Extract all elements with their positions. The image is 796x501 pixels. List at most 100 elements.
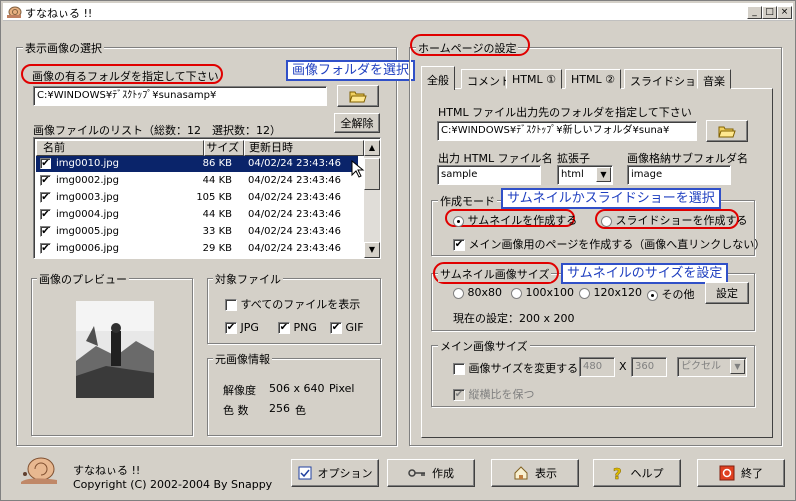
show-all-checkbox[interactable]: すべてのファイルを表示 xyxy=(225,296,360,312)
file-date: 04/02/24 23:43:46 xyxy=(248,158,342,169)
keep-ratio-checkbox[interactable]: ✔ 縦横比を保つ xyxy=(453,386,535,402)
file-size: 29 KB xyxy=(202,243,232,254)
list-item[interactable]: ✔ img0006.jpg 29 KB 04/02/24 23:43:46 xyxy=(36,241,358,257)
file-date: 04/02/24 23:43:46 xyxy=(248,226,342,237)
close-button[interactable]: × xyxy=(777,6,792,19)
check-icon[interactable]: ✔ xyxy=(40,158,51,169)
check-icon[interactable]: ✔ xyxy=(40,192,51,203)
window-title: すなねぃる !! xyxy=(25,7,93,20)
minimize-button[interactable]: _ xyxy=(747,6,762,19)
maximize-button[interactable]: □ xyxy=(762,6,777,19)
column-date[interactable]: 更新日時 xyxy=(244,140,364,156)
preview-title: 画像のプレビュー xyxy=(37,271,129,287)
size-80-radio[interactable]: 80x80 xyxy=(453,286,502,299)
file-name: img0002.jpg xyxy=(56,175,119,186)
list-header: 名前 サイズ 更新日時 xyxy=(36,140,364,156)
change-size-checkbox[interactable]: 画像サイズを変更する xyxy=(453,360,578,376)
file-date: 04/02/24 23:43:46 xyxy=(248,175,342,186)
png-checkbox[interactable]: ✔ PNG xyxy=(278,321,317,334)
html-name-input[interactable]: sample xyxy=(437,165,541,185)
list-item[interactable]: ✔ img0003.jpg 105 KB 04/02/24 23:43:46 xyxy=(36,190,358,206)
tab-general[interactable]: 全般 xyxy=(421,66,455,90)
options-button[interactable]: オプション xyxy=(291,459,379,487)
main-page-label: メイン画像用のページを作成する（画像へ直リンクしない） xyxy=(468,238,766,251)
options-label: オプション xyxy=(317,467,373,480)
browse-folder-button[interactable] xyxy=(337,85,379,107)
unit-select[interactable]: ピクセル ▼ xyxy=(677,357,747,377)
create-button[interactable]: 作成 xyxy=(387,459,475,487)
list-item[interactable]: ✔ img0002.jpg 44 KB 04/02/24 23:43:46 xyxy=(36,173,358,189)
height-input[interactable]: 360 xyxy=(631,357,667,377)
main-size-title: メイン画像サイズ xyxy=(438,338,530,354)
check-icon: ✔ xyxy=(453,239,465,251)
callout-thumb: サムネイルのサイズを設定 xyxy=(561,263,729,284)
exit-button[interactable]: 終了 xyxy=(697,459,785,487)
tab-music[interactable]: 音楽 xyxy=(697,69,731,89)
scroll-thumb[interactable] xyxy=(364,158,380,190)
ext-label: 拡張子 xyxy=(557,152,590,165)
column-size[interactable]: サイズ xyxy=(204,140,244,156)
browse-out-folder-button[interactable] xyxy=(706,120,748,142)
colors-label: 色 数 xyxy=(223,404,249,417)
main-window: すなねぃる !! _ □ × 表示画像の選択 画像の有るフォルダを指定して下さい… xyxy=(0,0,796,501)
folder-input[interactable]: C:¥WINDOWS¥ﾃﾞｽｸﾄｯﾌﾟ¥sunasamp¥ xyxy=(33,86,327,106)
check-icon[interactable]: ✔ xyxy=(40,226,51,237)
open-folder-icon xyxy=(718,126,736,138)
list-scrollbar[interactable]: ▲ ▼ xyxy=(364,140,380,258)
size-120-radio[interactable]: 120x120 xyxy=(579,286,642,299)
svg-text:?: ? xyxy=(613,465,622,481)
scroll-up-icon[interactable]: ▲ xyxy=(364,140,380,156)
key-icon xyxy=(408,469,425,477)
thumb-size-title: サムネイル画像サイズ xyxy=(438,266,552,282)
preview-image xyxy=(76,301,154,398)
file-name: img0004.jpg xyxy=(56,209,119,220)
open-folder-icon xyxy=(349,91,367,103)
chevron-down-icon[interactable]: ▼ xyxy=(730,359,745,374)
file-list[interactable]: 名前 サイズ 更新日時 ✔ img0010.jpg 86 KB 04/02/24… xyxy=(33,137,381,259)
check-icon[interactable]: ✔ xyxy=(40,175,51,186)
file-size: 86 KB xyxy=(202,158,232,169)
size-100-radio[interactable]: 100x100 xyxy=(511,286,574,299)
column-name[interactable]: 名前 xyxy=(36,140,204,156)
callout-mode: サムネイルかスライドショーを選択 xyxy=(501,188,721,209)
html-name-label: 出力 HTML ファイル名 xyxy=(438,152,553,165)
mode-thumb-radio[interactable]: サムネイルを作成する xyxy=(453,212,577,228)
view-button[interactable]: 表示 xyxy=(491,459,579,487)
list-body: ✔ img0010.jpg 86 KB 04/02/24 23:43:46 ✔ … xyxy=(36,156,364,258)
size-other-radio[interactable]: その他 xyxy=(647,286,695,302)
unselect-all-button[interactable]: 全解除 xyxy=(334,113,380,133)
options-icon xyxy=(298,466,311,480)
size-other-label: その他 xyxy=(661,288,695,301)
change-size-label: 画像サイズを変更する xyxy=(468,362,579,375)
scroll-down-icon[interactable]: ▼ xyxy=(364,242,380,258)
size-set-button[interactable]: 設定 xyxy=(705,282,749,304)
check-icon[interactable]: ✔ xyxy=(40,209,51,220)
gif-checkbox[interactable]: ✔ GIF xyxy=(330,321,364,334)
file-name: img0010.jpg xyxy=(56,158,119,169)
file-size: 33 KB xyxy=(202,226,232,237)
list-item[interactable]: ✔ img0005.jpg 33 KB 04/02/24 23:43:46 xyxy=(36,224,358,240)
file-size: 44 KB xyxy=(202,209,232,220)
file-name: img0005.jpg xyxy=(56,226,119,237)
subfolder-label: 画像格納サブフォルダ名 xyxy=(627,152,748,165)
chevron-down-icon[interactable]: ▼ xyxy=(596,167,611,182)
width-input[interactable]: 480 xyxy=(579,357,615,377)
title-bar: すなねぃる !! _ □ × xyxy=(3,3,793,21)
help-button[interactable]: ? ヘルプ xyxy=(593,459,681,487)
list-item[interactable]: ✔ img0004.jpg 44 KB 04/02/24 23:43:46 xyxy=(36,207,358,223)
jpg-checkbox[interactable]: ✔ JPG xyxy=(225,321,259,334)
file-date: 04/02/24 23:43:46 xyxy=(248,243,342,254)
subfolder-input[interactable]: image xyxy=(627,165,731,185)
check-icon[interactable]: ✔ xyxy=(40,243,51,254)
target-files-title: 対象ファイル xyxy=(213,271,283,287)
ext-select[interactable]: html ▼ xyxy=(557,165,613,185)
tab-html2[interactable]: HTML ② xyxy=(565,69,621,89)
tab-html1[interactable]: HTML ① xyxy=(506,69,562,89)
out-folder-input[interactable]: C:¥WINDOWS¥ﾃﾞｽｸﾄｯﾌﾟ¥新しいフォルダ¥suna¥ xyxy=(437,121,697,141)
image-info-title: 元画像情報 xyxy=(213,351,272,367)
list-item[interactable]: ✔ img0010.jpg 86 KB 04/02/24 23:43:46 xyxy=(36,156,358,172)
main-page-checkbox[interactable]: ✔ メイン画像用のページを作成する（画像へ直リンクしない） xyxy=(453,236,765,252)
mode-slide-radio[interactable]: スライドショーを作成する xyxy=(601,212,748,228)
mode-thumb-label: サムネイルを作成する xyxy=(467,214,578,227)
file-date: 04/02/24 23:43:46 xyxy=(248,209,342,220)
